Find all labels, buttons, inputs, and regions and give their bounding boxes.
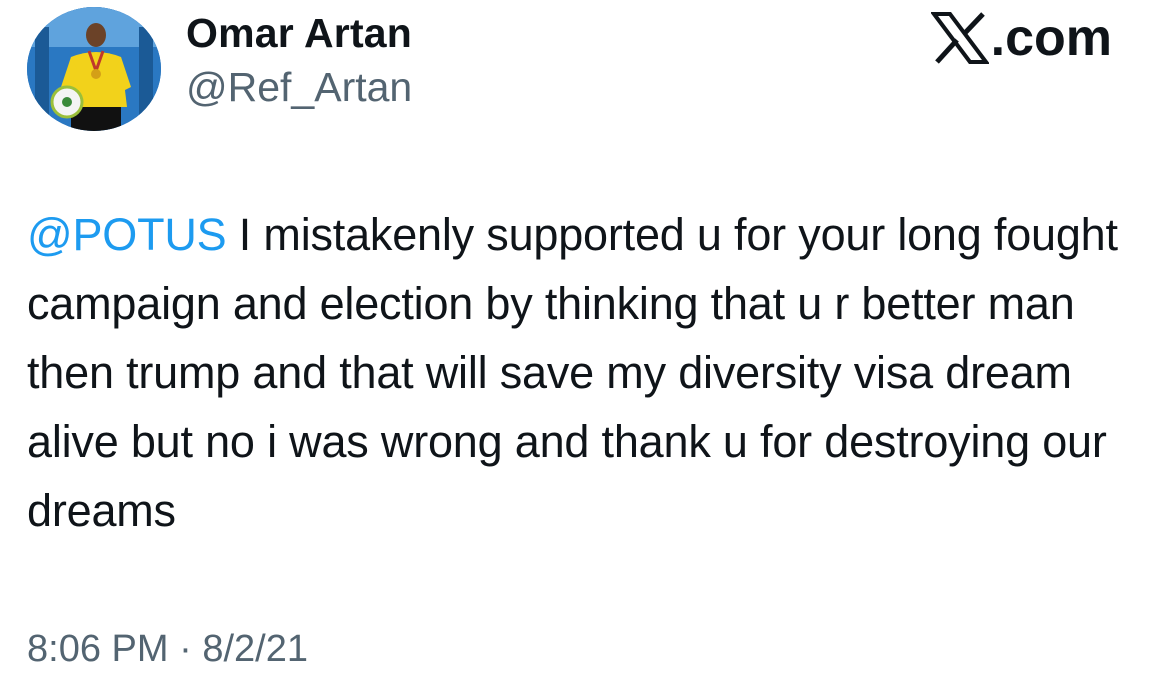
tweet-card: Omar Artan @Ref_Artan .com @POTUS I mist… <box>0 0 1170 699</box>
tweet-date: 8/2/21 <box>202 628 308 670</box>
tweet-timestamp[interactable]: 8:06 PM · 8/2/21 <box>27 628 308 671</box>
meta-separator: · <box>168 628 203 670</box>
mention-link[interactable]: @POTUS <box>27 209 227 260</box>
author-handle[interactable]: @Ref_Artan <box>186 64 412 111</box>
brand-label: .com <box>990 9 1112 67</box>
profile-photo-icon <box>27 7 161 131</box>
x-logo-icon <box>930 12 989 64</box>
author-display-name[interactable]: Omar Artan <box>186 10 412 57</box>
brand-watermark: .com <box>930 8 1112 68</box>
tweet-time: 8:06 PM <box>27 628 169 670</box>
tweet-text: @POTUS I mistakenly supported u for your… <box>27 200 1152 545</box>
avatar[interactable] <box>27 7 161 131</box>
